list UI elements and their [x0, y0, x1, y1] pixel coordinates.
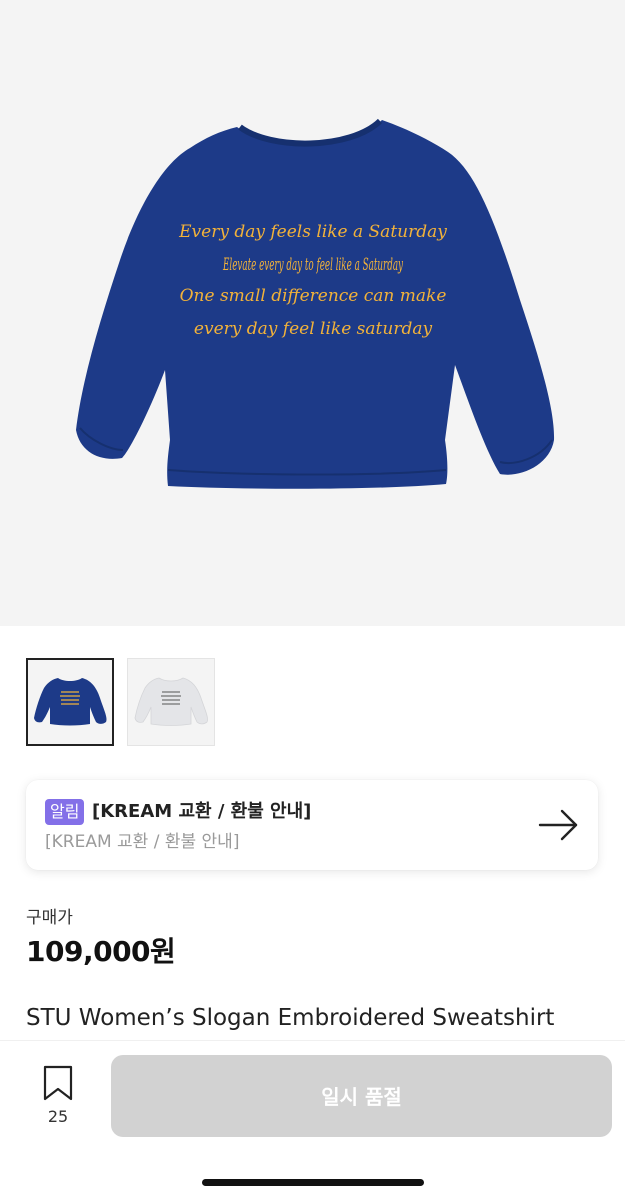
bookmark-button[interactable]: 25 [38, 1065, 78, 1126]
arrow-right-icon[interactable] [538, 808, 580, 846]
notice-title: [KREAM 교환 / 환불 안내] [92, 801, 312, 822]
product-main-image[interactable]: Every day feels like a Saturday Elevate … [0, 0, 625, 626]
bookmark-count: 25 [47, 1107, 69, 1126]
sold-out-button[interactable]: 일시 품절 [111, 1055, 612, 1137]
embroidery-line-1: Every day feels like a Saturday [178, 222, 447, 242]
price-label: 구매가 [26, 908, 73, 928]
product-name: STU Women’s Slogan Embroidered Sweatshir… [26, 1005, 555, 1031]
embroidery-line-3: One small difference can make [180, 286, 447, 306]
thumbnail-strip [26, 658, 215, 746]
home-indicator [202, 1179, 424, 1186]
sweatshirt-thumbnail-icon [34, 678, 107, 726]
sweatshirt-illustration: Every day feels like a Saturday Elevate … [76, 118, 555, 489]
thumbnail-grey[interactable] [127, 658, 215, 746]
bookmark-icon [43, 1065, 73, 1101]
thumbnail-navy[interactable] [26, 658, 114, 746]
refund-notice-card[interactable]: 알림 [KREAM 교환 / 환불 안내] [KREAM 교환 / 환불 안내] [26, 780, 598, 870]
notice-badge: 알림 [45, 799, 85, 825]
notice-subtitle: [KREAM 교환 / 환불 안내] [45, 832, 240, 852]
price-value: 109,000원 [26, 935, 176, 968]
embroidery-line-4: every day feel like saturday [194, 319, 433, 339]
sweatshirt-thumbnail-icon [134, 677, 208, 726]
bottom-action-bar: 25 일시 품절 [0, 1040, 625, 1201]
embroidery-line-2: Elevate every day to feel like a Saturda… [222, 255, 403, 275]
